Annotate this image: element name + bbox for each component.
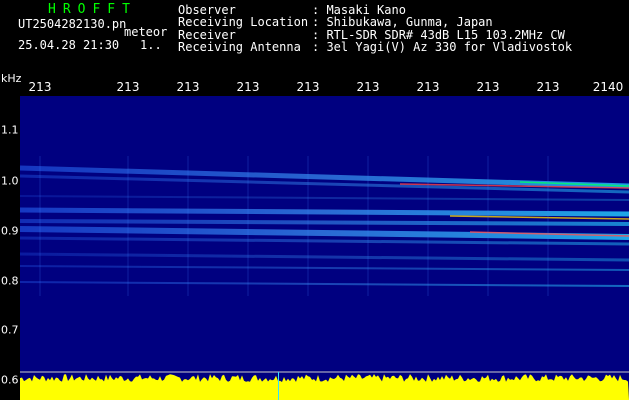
time-tick-label: 213 [476, 80, 500, 94]
spectrogram[interactable] [20, 96, 629, 400]
location-label: Receiving Location [178, 15, 309, 30]
frequency-tick-label: 1.0 [1, 174, 19, 188]
filename: UT2504282130.pn [18, 17, 127, 31]
frequency-tick-label: 1.1 [1, 123, 19, 137]
time-tick-label: 213 [416, 80, 440, 94]
time-tick-label: 213 [296, 80, 320, 94]
header: HROFFT UT2504282130.pn meteor 25.04.28 2… [0, 0, 629, 80]
time-tick-label: 213 [176, 80, 200, 94]
spectrogram-background [20, 96, 629, 400]
frequency-tick-label: 0.8 [1, 274, 19, 288]
frequency-tick-label: 0.7 [1, 323, 19, 337]
location-value: : Shibukawa, Gunma, Japan [312, 15, 493, 30]
frequency-tick-label: 0.9 [1, 224, 19, 238]
frequency-tick-label: 0.6 [1, 373, 19, 387]
metadata-labels: Observer Receiving Location Receiver Rec… [178, 4, 308, 54]
category-label: meteor [124, 25, 168, 39]
time-tick-label: 213 [536, 80, 560, 94]
time-axis: 213 213 213 213 213 213 213 213 213 2140 [0, 80, 629, 96]
time-tick-label: 2140 [592, 80, 624, 94]
time-tick-label: 213 [28, 80, 52, 94]
datetime: 25.04.28 21:30 [18, 38, 120, 52]
metadata-values: : Masaki Kano : Shibukawa, Gunma, Japan … [312, 4, 572, 54]
time-tick-label: 213 [116, 80, 140, 94]
antenna-value: : 3el Yagi(V) Az 330 for Vladivostok [312, 40, 573, 55]
counter: 1.. [140, 38, 162, 52]
time-cursor[interactable] [278, 372, 279, 400]
app-title: HROFFT [48, 2, 137, 17]
antenna-label: Receiving Antenna [178, 40, 301, 55]
time-tick-label: 213 [356, 80, 380, 94]
time-tick-label: 213 [236, 80, 260, 94]
